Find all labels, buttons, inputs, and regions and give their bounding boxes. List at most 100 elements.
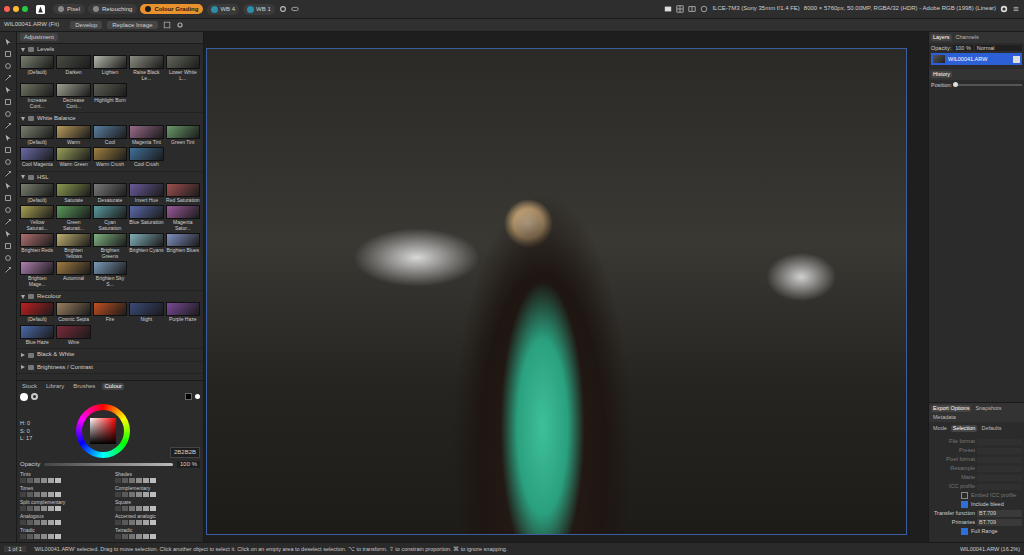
stroke-colour-icon[interactable] — [31, 393, 38, 400]
preset-thumbnail[interactable]: Highlight Burn — [93, 83, 127, 109]
export-field[interactable]: File format — [931, 438, 1022, 445]
harmony-swatch[interactable] — [55, 478, 61, 483]
preset-thumbnail[interactable]: Green Tint — [166, 125, 200, 146]
visibility-checkbox[interactable] — [1013, 56, 1020, 63]
section-header[interactable]: White Balance — [17, 113, 203, 124]
harmony-swatch[interactable] — [122, 492, 128, 497]
persona-tab[interactable]: Retouching — [88, 4, 137, 14]
history-slider[interactable] — [954, 84, 1022, 86]
page-indicator[interactable]: 1 of 1 — [4, 546, 26, 553]
harmony-swatch[interactable] — [122, 478, 128, 483]
colour-panel-tab[interactable]: Colour — [102, 383, 124, 390]
harmony-swatch[interactable] — [41, 506, 47, 511]
layer-opacity-field[interactable]: 100 % — [953, 45, 973, 52]
harmony-swatch[interactable] — [48, 520, 54, 525]
harmony-swatch[interactable] — [55, 534, 61, 539]
preset-thumbnail[interactable]: Invert Hue — [129, 183, 163, 204]
harmony-swatch[interactable] — [143, 506, 149, 511]
harmony-swatch[interactable] — [150, 534, 156, 539]
section-header[interactable]: Recolour — [17, 291, 203, 302]
frame-icon[interactable] — [163, 21, 171, 29]
hex-field[interactable]: 2B2B2B — [170, 447, 200, 458]
tool-icon[interactable] — [4, 98, 12, 106]
export-checkbox[interactable]: Include bleed — [931, 501, 1022, 508]
harmony-swatch[interactable] — [34, 506, 40, 511]
harmony-swatch[interactable] — [41, 534, 47, 539]
tool-icon[interactable] — [4, 50, 12, 58]
harmony-swatch[interactable] — [129, 478, 135, 483]
harmony-swatch[interactable] — [115, 520, 121, 525]
disclosure-icon[interactable] — [21, 175, 25, 179]
harmony-swatch[interactable] — [136, 506, 142, 511]
harmony-swatch[interactable] — [34, 534, 40, 539]
section-header[interactable]: Brightness / Contrast — [17, 362, 203, 373]
export-mode-tab[interactable]: Selection — [951, 425, 978, 432]
layers-panel-tab[interactable]: Channels — [954, 34, 981, 41]
preset-thumbnail[interactable]: Brighten Blues — [166, 233, 200, 259]
export-field[interactable]: ICC profile — [931, 483, 1022, 490]
split-view-icon[interactable] — [688, 5, 696, 13]
preset-thumbnail[interactable]: Wine — [56, 325, 90, 346]
tool-icon[interactable] — [4, 134, 12, 142]
opacity-slider[interactable] — [44, 463, 173, 466]
gear-icon[interactable] — [176, 21, 184, 29]
context-button[interactable]: Replace Image — [107, 21, 157, 29]
harmony-swatch[interactable] — [143, 520, 149, 525]
colour-panel-tab[interactable]: Library — [44, 383, 66, 390]
checkbox-icon[interactable] — [961, 528, 968, 535]
harmony-swatch[interactable] — [20, 506, 26, 511]
harmony-swatch[interactable] — [27, 492, 33, 497]
preset-thumbnail[interactable]: Brighten Greens — [93, 233, 127, 259]
preset-thumbnail[interactable]: Lower White L... — [166, 55, 200, 81]
export-panel-tab[interactable]: Snapshots — [973, 405, 1003, 412]
preset-thumbnail[interactable]: Cool Crush — [129, 147, 163, 168]
preset-thumbnail[interactable]: Desaturate — [93, 183, 127, 204]
harmony-swatch[interactable] — [115, 534, 121, 539]
preset-thumbnail[interactable]: Increase Cont... — [20, 83, 54, 109]
harmony-swatch[interactable] — [55, 506, 61, 511]
preset-thumbnail[interactable]: Fire — [93, 302, 127, 323]
preset-thumbnail[interactable]: Brighten Yellows — [56, 233, 90, 259]
export-mode-tab[interactable]: Defaults — [979, 425, 1003, 432]
export-checkbox[interactable]: Full Range — [931, 528, 1022, 535]
harmony-swatch[interactable] — [115, 478, 121, 483]
harmony-swatch[interactable] — [27, 478, 33, 483]
export-panel-tab[interactable]: Export Options — [931, 405, 971, 412]
preset-thumbnail[interactable]: Cool Magenta — [20, 147, 54, 168]
preset-thumbnail[interactable]: Warm Crush — [93, 147, 127, 168]
preset-thumbnail[interactable]: Autumnal — [56, 261, 90, 287]
preset-thumbnail[interactable]: Brighten Cyans — [129, 233, 163, 259]
preset-thumbnail[interactable]: (Default) — [20, 183, 54, 204]
preset-thumbnail[interactable]: Blue Saturation — [129, 205, 163, 231]
disclosure-icon[interactable] — [21, 353, 25, 357]
harmony-swatch[interactable] — [136, 492, 142, 497]
tool-icon[interactable] — [4, 86, 12, 94]
layer-row[interactable]: WIL00041.ARW — [931, 53, 1022, 65]
harmony-swatch[interactable] — [150, 506, 156, 511]
preset-thumbnail[interactable]: Cyan Saturation — [93, 205, 127, 231]
preset-thumbnail[interactable]: Night — [129, 302, 163, 323]
preset-thumbnail[interactable]: Red Saturation — [166, 183, 200, 204]
persona-tab[interactable]: Colour Grading — [140, 4, 203, 14]
preset-thumbnail[interactable]: Warm Green — [56, 147, 90, 168]
tool-icon[interactable] — [4, 218, 12, 226]
preset-thumbnail[interactable]: (Default) — [20, 55, 54, 81]
checkbox-icon[interactable] — [961, 501, 968, 508]
white-swatch-icon[interactable] — [195, 394, 200, 399]
tool-icon[interactable] — [4, 62, 12, 70]
harmony-swatch[interactable] — [48, 506, 54, 511]
preset-thumbnail[interactable]: Purple Haze — [166, 302, 200, 323]
harmony-swatch[interactable] — [27, 520, 33, 525]
harmony-swatch[interactable] — [41, 492, 47, 497]
export-field[interactable]: Matte — [931, 474, 1022, 481]
colour-square[interactable] — [90, 418, 116, 444]
harmony-swatch[interactable] — [150, 492, 156, 497]
preset-thumbnail[interactable]: Blue Haze — [20, 325, 54, 346]
preset-thumbnail[interactable]: Cool — [93, 125, 127, 146]
white-balance-button[interactable]: WB 4 — [207, 4, 239, 15]
tool-icon[interactable] — [4, 254, 12, 262]
export-field[interactable]: PrimariesBT.709 — [931, 519, 1022, 526]
harmony-swatch[interactable] — [122, 506, 128, 511]
layers-panel-tab[interactable]: Layers — [931, 34, 952, 41]
preset-thumbnail[interactable]: Darken — [56, 55, 90, 81]
